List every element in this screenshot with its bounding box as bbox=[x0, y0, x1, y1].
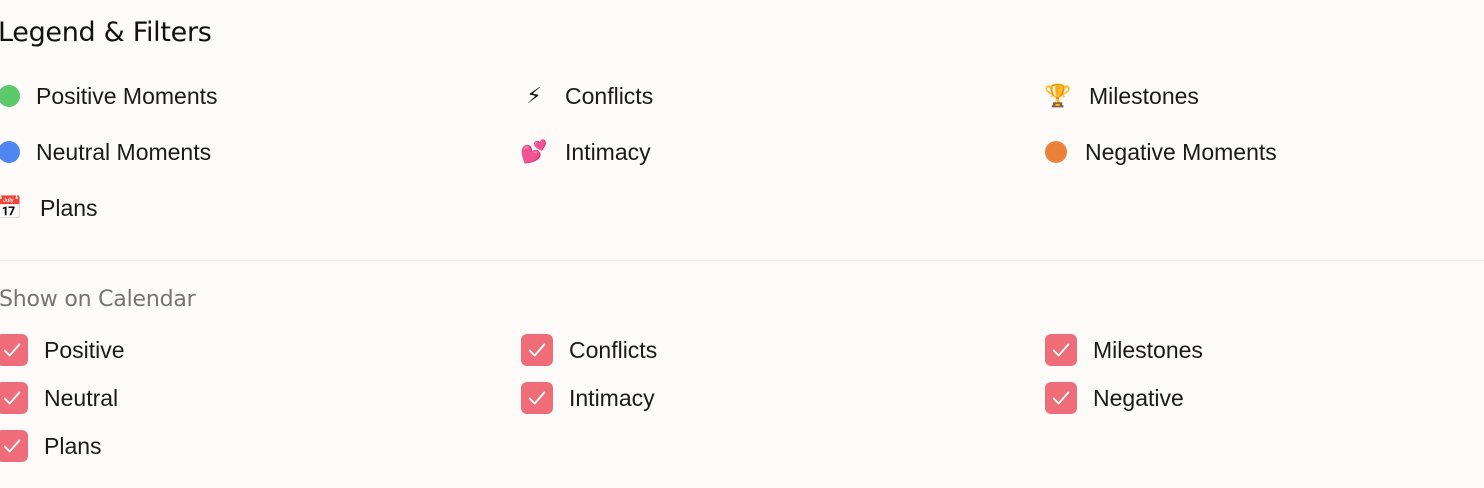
checkmark-icon bbox=[528, 391, 546, 405]
blue-dot-icon bbox=[0, 141, 20, 163]
legend-label: Milestones bbox=[1089, 82, 1199, 109]
checkmark-icon bbox=[1052, 343, 1070, 357]
checkbox-checked[interactable] bbox=[521, 334, 553, 366]
legend-item-conflicts: ⚡ Conflicts bbox=[521, 78, 653, 114]
checkbox-checked[interactable] bbox=[0, 430, 28, 462]
two-hearts-icon: 💕 bbox=[520, 139, 548, 164]
checkmark-icon bbox=[3, 439, 21, 453]
green-dot-icon bbox=[0, 85, 20, 107]
filter-label: Intimacy bbox=[569, 384, 655, 411]
orange-dot-icon bbox=[1045, 141, 1067, 163]
filter-label: Neutral bbox=[44, 384, 119, 411]
filter-label: Conflicts bbox=[569, 336, 658, 363]
filter-positive-checkbox[interactable]: Positive bbox=[0, 333, 125, 367]
filter-label: Plans bbox=[44, 432, 102, 459]
legend-label: Intimacy bbox=[565, 138, 651, 165]
legend-item-positive: Positive Moments bbox=[0, 78, 218, 114]
divider bbox=[0, 260, 1484, 261]
legend-label: Negative Moments bbox=[1085, 138, 1277, 165]
filter-plans-checkbox[interactable]: Plans bbox=[0, 429, 102, 463]
checkmark-icon bbox=[3, 391, 21, 405]
section-title: Legend & Filters bbox=[0, 17, 212, 48]
legend-label: Positive Moments bbox=[36, 82, 218, 109]
filter-neutral-checkbox[interactable]: Neutral bbox=[0, 381, 118, 415]
filters-title: Show on Calendar bbox=[0, 287, 196, 312]
legend-item-plans: 📅 Plans bbox=[0, 190, 98, 226]
calendar-icon: 📅 bbox=[0, 195, 23, 220]
checkbox-checked[interactable] bbox=[0, 382, 28, 414]
checkmark-icon bbox=[3, 343, 21, 357]
checkbox-checked[interactable] bbox=[0, 334, 28, 366]
lightning-icon: ⚡ bbox=[526, 83, 542, 108]
legend-filters-panel: Legend & Filters Positive Moments ⚡ Conf… bbox=[0, 0, 1484, 488]
legend-item-negative: Negative Moments bbox=[1045, 134, 1277, 170]
legend-label: Neutral Moments bbox=[36, 138, 212, 165]
filter-label: Positive bbox=[44, 336, 125, 363]
legend-label: Conflicts bbox=[565, 82, 654, 109]
legend-item-milestones: 🏆 Milestones bbox=[1044, 78, 1199, 114]
legend-label: Plans bbox=[40, 194, 98, 221]
checkbox-checked[interactable] bbox=[521, 382, 553, 414]
checkbox-checked[interactable] bbox=[1045, 334, 1077, 366]
filter-milestones-checkbox[interactable]: Milestones bbox=[1045, 333, 1203, 367]
checkmark-icon bbox=[528, 343, 546, 357]
filter-label: Milestones bbox=[1093, 336, 1203, 363]
legend-item-intimacy: 💕 Intimacy bbox=[520, 134, 651, 170]
filter-negative-checkbox[interactable]: Negative bbox=[1045, 381, 1184, 415]
filter-conflicts-checkbox[interactable]: Conflicts bbox=[521, 333, 657, 367]
legend-item-neutral: Neutral Moments bbox=[0, 134, 211, 170]
trophy-icon: 🏆 bbox=[1044, 83, 1072, 108]
checkbox-checked[interactable] bbox=[1045, 382, 1077, 414]
filter-label: Negative bbox=[1093, 384, 1184, 411]
checkmark-icon bbox=[1052, 391, 1070, 405]
filter-intimacy-checkbox[interactable]: Intimacy bbox=[521, 381, 655, 415]
